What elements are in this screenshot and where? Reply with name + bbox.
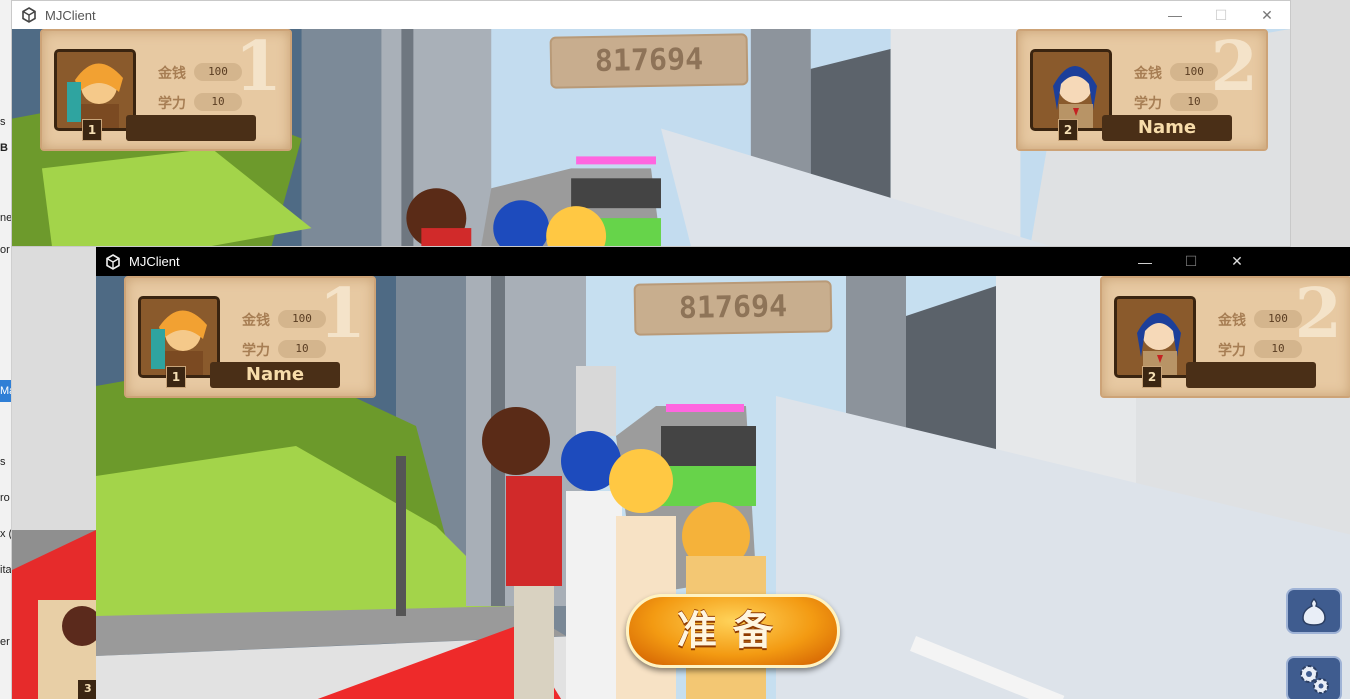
player-1-card: 1 金钱 100 学力 10 Name 1 (124, 276, 376, 398)
player-2-number: 2 (1294, 276, 1342, 354)
title-bar[interactable]: MJClient — ☐ ✕ (12, 1, 1290, 29)
bg-text[interactable]: Ma (0, 380, 11, 402)
score-display: 817694 (633, 280, 833, 336)
player-2-level-badge: 2 (1058, 119, 1078, 141)
bg-text: ita (0, 564, 12, 576)
settings-button[interactable] (1286, 656, 1342, 699)
close-button[interactable]: ✕ (1244, 1, 1290, 29)
player-1-level-badge: 1 (166, 366, 186, 388)
maximize-button[interactable]: ☐ (1198, 1, 1244, 29)
title-bar[interactable]: MJClient — ☐ ✕ (96, 247, 1350, 276)
game-window-back[interactable]: MJClient — ☐ ✕ 817694 1 金钱 100 学力 10 1 2… (11, 0, 1291, 247)
unity-icon (106, 253, 120, 270)
game-window-front[interactable]: MJClient — ☐ ✕ 817694 1 金钱 100 学力 10 Nam… (96, 247, 1350, 699)
study-label: 学力 (242, 343, 270, 359)
player-1-name (126, 115, 256, 141)
score-display: 817694 (549, 33, 749, 89)
ready-button[interactable]: 准备 (626, 594, 840, 668)
money-label: 金钱 (158, 66, 186, 82)
gear-icon (1300, 665, 1329, 694)
player-1-number: 1 (318, 276, 366, 354)
bg-text: x ( (0, 528, 12, 540)
money-label: 金钱 (1218, 313, 1246, 329)
close-button[interactable]: ✕ (1214, 247, 1260, 276)
window-title: MJClient (45, 7, 96, 23)
study-label: 学力 (1134, 96, 1162, 112)
bag-icon (1302, 597, 1326, 626)
player-2-level-badge: 2 (1142, 366, 1162, 388)
bg-text: ro (0, 492, 10, 504)
bg-text: or (0, 244, 10, 256)
game-viewport[interactable]: 817694 1 金钱 100 学力 10 Name 1 2 金钱 100 学力… (96, 276, 1350, 699)
game-viewport[interactable]: 817694 1 金钱 100 学力 10 1 2 金钱 100 学力 10 N… (12, 29, 1290, 246)
minimize-button[interactable]: — (1152, 1, 1198, 29)
bg-text: s (0, 116, 6, 128)
bg-text: er (0, 636, 10, 648)
player-2-card: 2 金钱 100 学力 10 2 (1100, 276, 1350, 398)
bg-text: B (0, 142, 8, 154)
player-2-name (1186, 362, 1316, 388)
money-label: 金钱 (242, 313, 270, 329)
bg-text: s (0, 456, 6, 468)
desktop: s B ne or Ma s ro x ( ita er MJClient — … (0, 0, 1350, 699)
study-label: 学力 (158, 96, 186, 112)
minimize-button[interactable]: — (1122, 247, 1168, 276)
player-2-card: 2 金钱 100 学力 10 Name 2 (1016, 29, 1268, 151)
bag-button[interactable] (1286, 588, 1342, 634)
window-title: MJClient (129, 254, 180, 269)
game-window-partial: 3 (12, 530, 96, 699)
money-label: 金钱 (1134, 66, 1162, 82)
player-1-name: Name (210, 362, 340, 388)
game-scene (12, 530, 96, 699)
player-1-level-badge: 1 (82, 119, 102, 141)
player-2-number: 2 (1210, 29, 1258, 107)
player-1-card: 1 金钱 100 学力 10 1 (40, 29, 292, 151)
maximize-button[interactable]: ☐ (1168, 247, 1214, 276)
study-label: 学力 (1218, 343, 1246, 359)
player-3-level-badge: 3 (84, 682, 92, 695)
player-2-name: Name (1102, 115, 1232, 141)
unity-icon (22, 7, 36, 23)
player-1-number: 1 (234, 29, 282, 107)
